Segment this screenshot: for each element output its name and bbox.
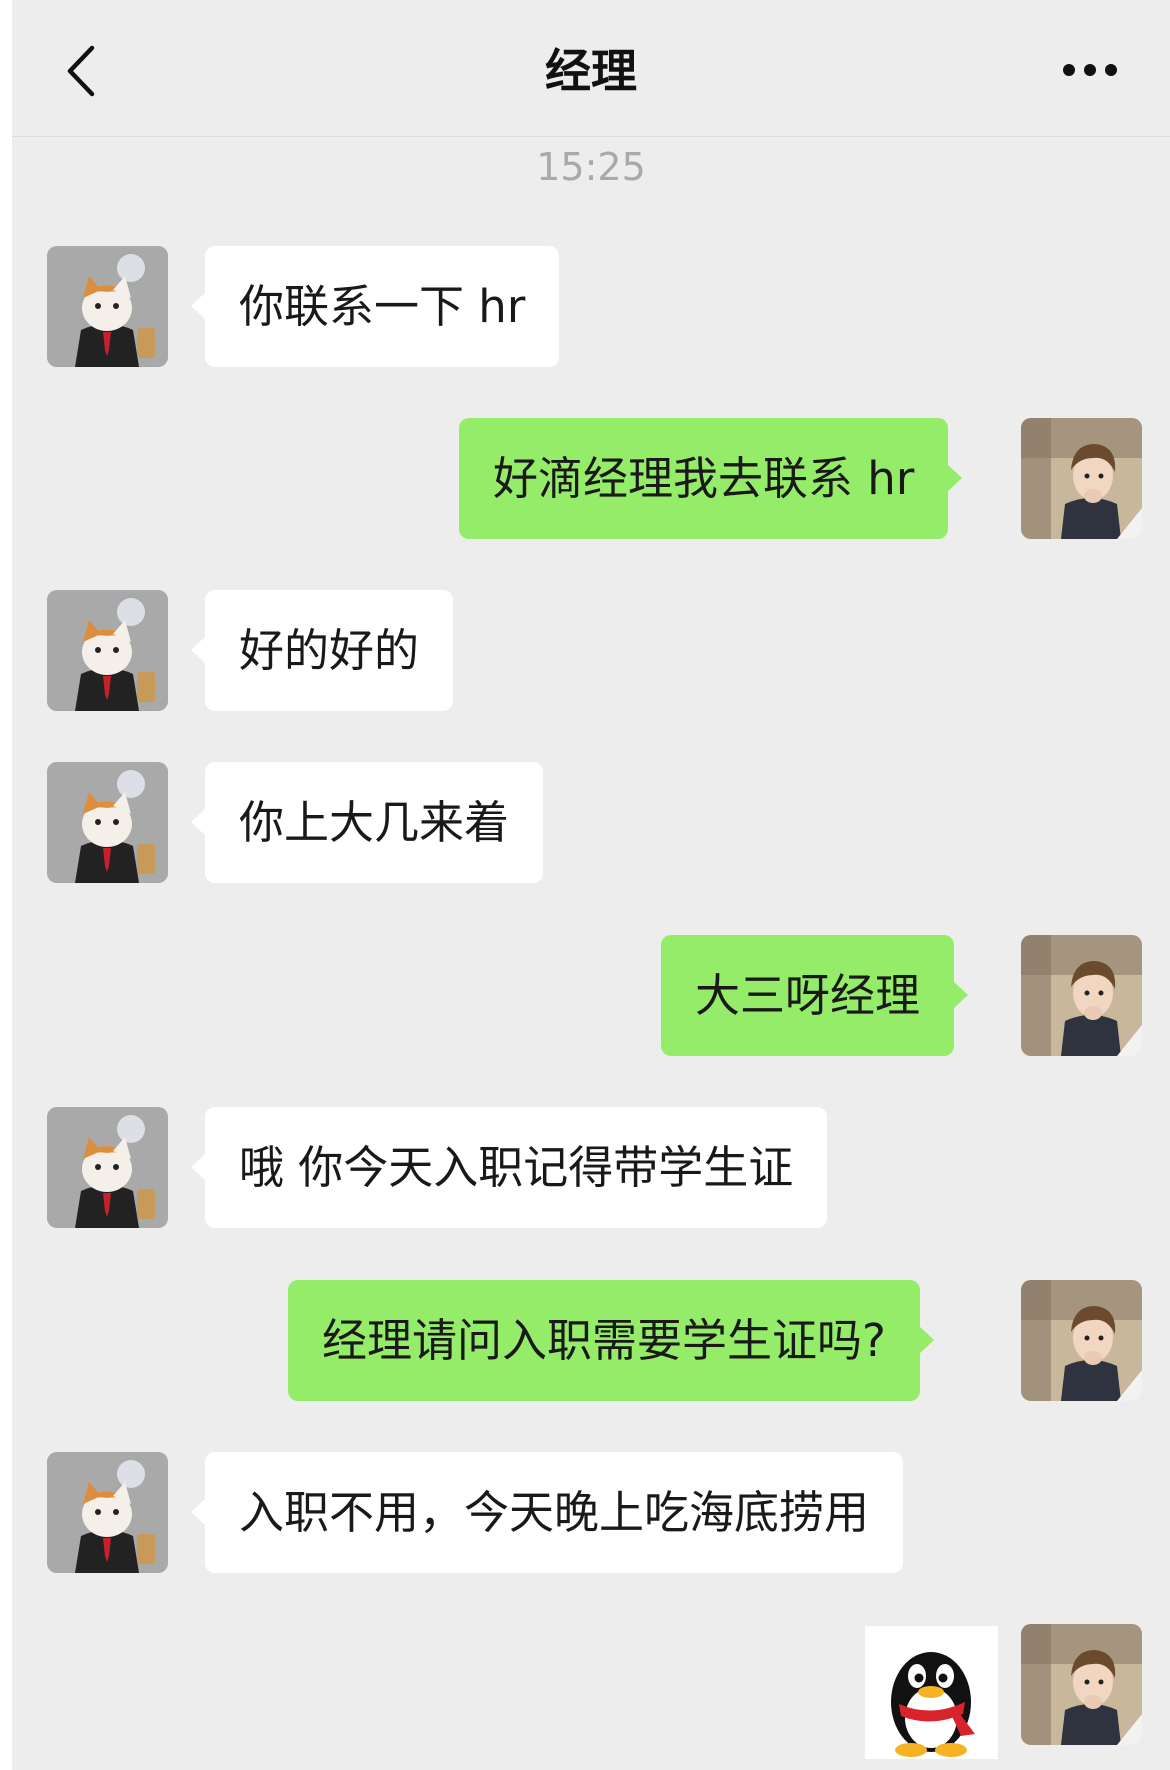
self-avatar[interactable] <box>1021 1280 1142 1401</box>
penguin-sticker[interactable] <box>865 1626 998 1759</box>
message-bubble-outgoing[interactable]: 好滴经理我去联系 hr <box>459 418 963 539</box>
self-avatar[interactable] <box>1021 1624 1142 1745</box>
more-button[interactable] <box>1062 50 1118 90</box>
chat-title: 经理 <box>545 44 637 98</box>
message-bubble-incoming[interactable]: 你联系一下 hr <box>190 246 560 367</box>
message-bubble-incoming[interactable]: 好的好的 <box>190 590 454 711</box>
chat-header: 经理 <box>12 0 1170 137</box>
self-avatar[interactable] <box>1021 418 1142 539</box>
message-bubble-incoming[interactable]: 哦 你今天入职记得带学生证 <box>190 1107 828 1228</box>
more-dots-icon <box>1063 64 1117 76</box>
message-bubble-incoming[interactable]: 入职不用，今天晚上吃海底捞用 <box>190 1452 904 1573</box>
contact-avatar[interactable] <box>47 1452 168 1573</box>
message-bubble-outgoing[interactable]: 经理请问入职需要学生证吗? <box>288 1280 934 1401</box>
message-timestamp: 15:25 <box>536 145 646 189</box>
contact-avatar[interactable] <box>47 246 168 367</box>
contact-avatar[interactable] <box>47 762 168 883</box>
message-bubble-outgoing[interactable]: 大三呀经理 <box>661 935 969 1056</box>
chat-screen: 经理 15:25 你联系一下 hr 好滴经理我去联系 hr 好的好的 你上大几来… <box>12 0 1170 1770</box>
qq-penguin-icon <box>891 1652 975 1757</box>
contact-avatar[interactable] <box>47 590 168 711</box>
contact-avatar[interactable] <box>47 1107 168 1228</box>
message-bubble-incoming[interactable]: 你上大几来着 <box>190 762 544 883</box>
self-avatar[interactable] <box>1021 935 1142 1056</box>
